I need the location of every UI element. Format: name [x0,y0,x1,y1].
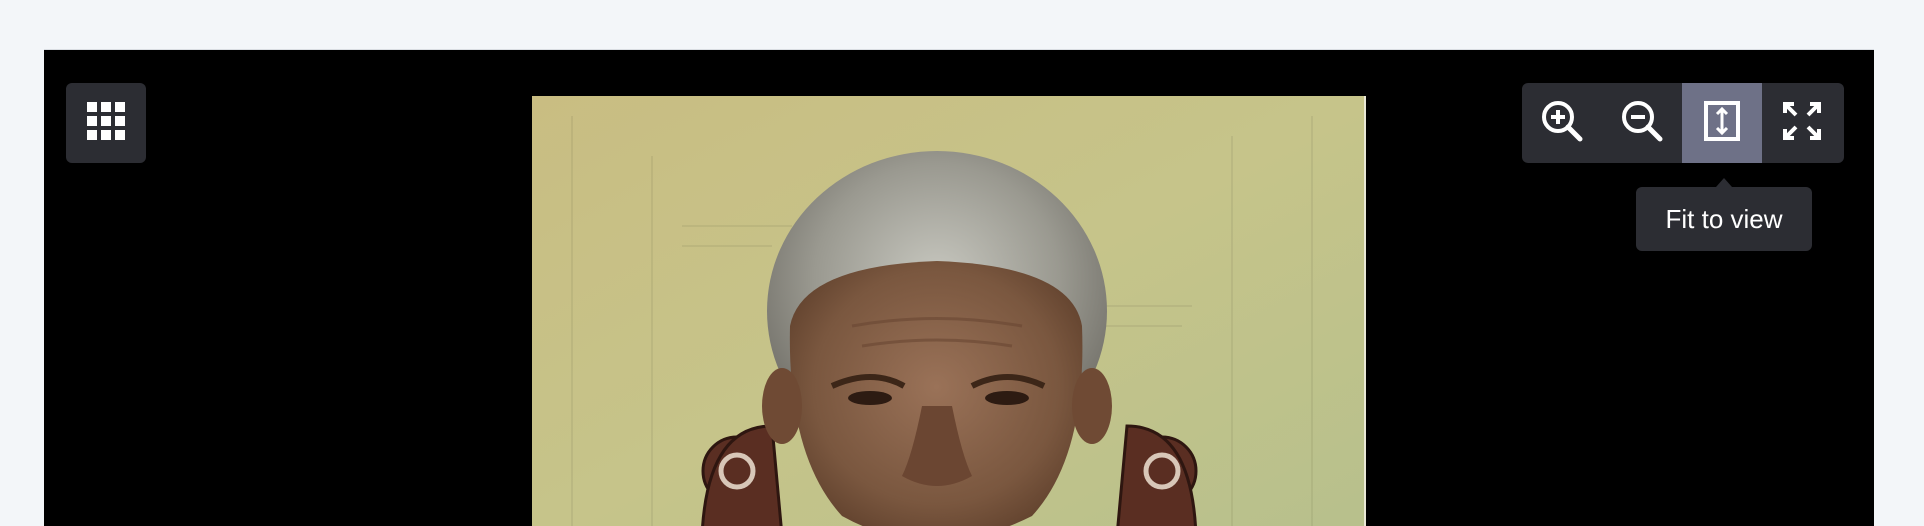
fit-to-view-button[interactable] [1682,83,1762,163]
tooltip-arrow [1716,178,1732,187]
zoom-in-icon [1540,99,1584,148]
zoom-out-icon [1620,99,1664,148]
tooltip-text: Fit to view [1636,187,1812,251]
gallery-button[interactable] [66,83,146,163]
zoom-out-button[interactable] [1602,83,1682,163]
image-viewer[interactable]: Fit to view [44,49,1874,526]
fullscreen-icon [1782,101,1822,146]
zoom-in-button[interactable] [1522,83,1602,163]
portrait-photo[interactable] [532,96,1366,526]
grid-icon [86,101,126,146]
page: Fit to view [0,0,1924,526]
viewer-toolbar [1522,83,1844,163]
fit-to-view-icon [1702,100,1742,146]
fullscreen-button[interactable] [1762,83,1842,163]
